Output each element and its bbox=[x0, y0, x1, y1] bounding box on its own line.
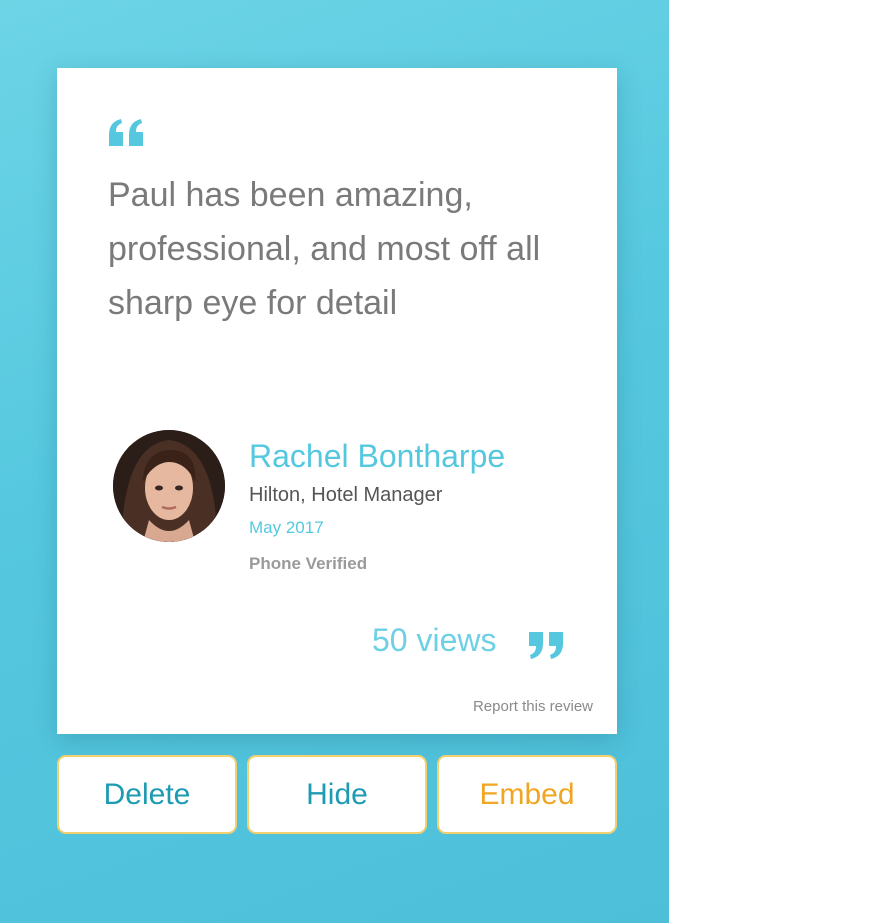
view-count: 50 views bbox=[372, 622, 497, 658]
reviewer-name: Rachel Bontharpe bbox=[249, 438, 506, 474]
delete-button[interactable]: Delete bbox=[57, 755, 237, 834]
report-review-link[interactable]: Report this review bbox=[473, 698, 593, 715]
background-panel: Paul has been amazing, professional, and… bbox=[0, 0, 669, 923]
reviewer-photo bbox=[113, 430, 225, 542]
verification-status: Phone Verified bbox=[249, 554, 368, 573]
hide-button[interactable]: Hide bbox=[247, 755, 427, 834]
close-quote-icon bbox=[529, 632, 563, 659]
reviewer-role: Hilton, Hotel Manager bbox=[249, 484, 443, 506]
review-text: Paul has been amazing, professional, and… bbox=[108, 176, 541, 322]
review-date: May 2017 bbox=[249, 518, 324, 537]
reviewer-avatar bbox=[113, 430, 225, 542]
open-quote-icon bbox=[109, 119, 143, 146]
embed-button[interactable]: Embed bbox=[437, 755, 617, 834]
review-card: Paul has been amazing, professional, and… bbox=[57, 68, 617, 734]
